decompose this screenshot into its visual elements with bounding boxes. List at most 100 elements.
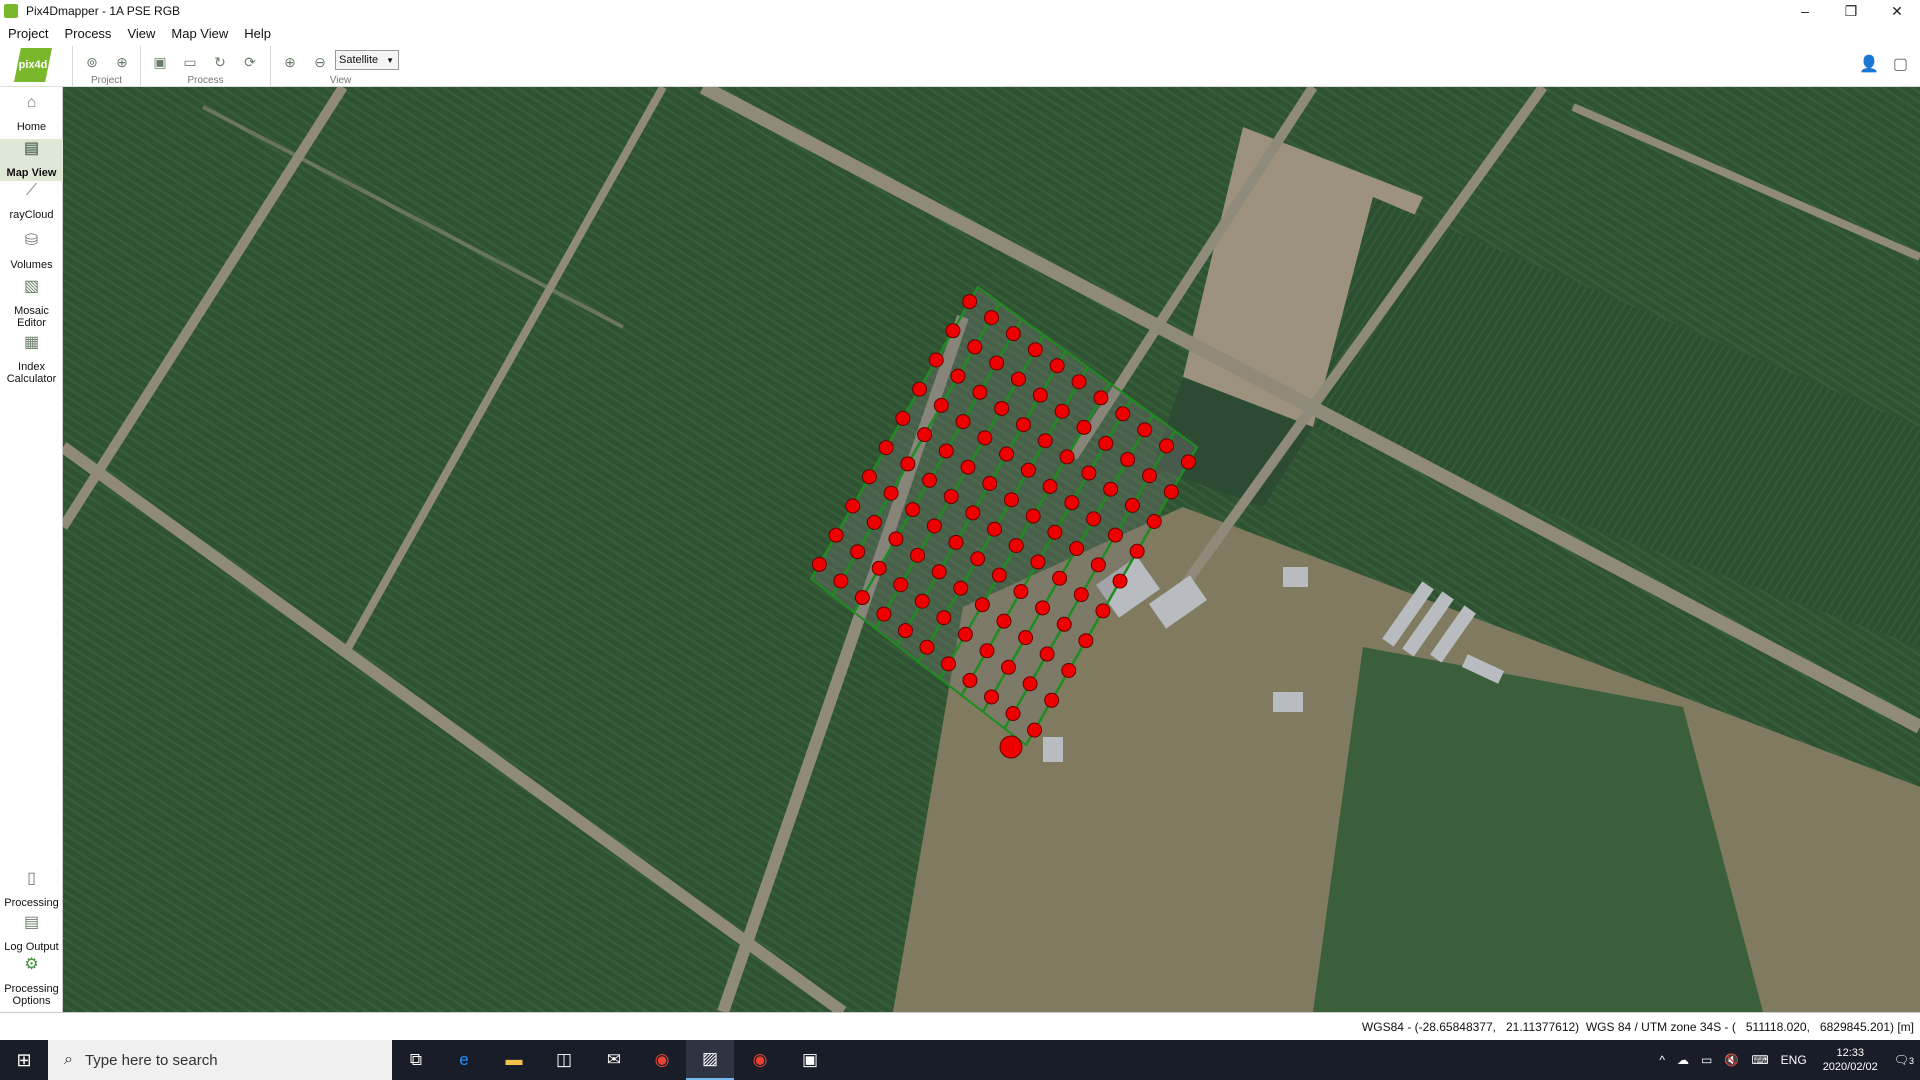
app-taskbar-icon[interactable]: ▣: [786, 1040, 834, 1080]
image-position-point[interactable]: [955, 414, 971, 430]
task-view-icon[interactable]: ⧉: [392, 1040, 440, 1080]
open-folder-icon[interactable]: ▭: [179, 52, 201, 72]
keyboard-icon[interactable]: ⌨: [1751, 1053, 1768, 1067]
taskbar-search-box[interactable]: ⌕ Type here to search: [48, 1040, 392, 1080]
image-position-point[interactable]: [1039, 646, 1055, 662]
image-position-point[interactable]: [854, 590, 870, 606]
image-position-point[interactable]: [962, 672, 978, 688]
image-position-point[interactable]: [1120, 452, 1136, 468]
image-position-point[interactable]: [850, 544, 866, 560]
image-position-point[interactable]: [967, 339, 983, 355]
image-position-point[interactable]: [1001, 659, 1017, 675]
image-position-point[interactable]: [1064, 495, 1080, 511]
image-position-point[interactable]: [828, 527, 844, 543]
image-position-point[interactable]: [1037, 433, 1053, 449]
windows-start-icon[interactable]: ⊞: [0, 1040, 48, 1080]
network-icon[interactable]: ▭: [1701, 1053, 1712, 1067]
store-icon[interactable]: ◫: [540, 1040, 588, 1080]
image-position-point[interactable]: [1047, 524, 1063, 540]
sidebar-item-volumes[interactable]: ⛁ Volumes: [0, 233, 63, 277]
menu-project[interactable]: Project: [0, 26, 56, 41]
image-position-point[interactable]: [912, 381, 928, 397]
takeoff-point[interactable]: [999, 735, 1023, 759]
image-position-point[interactable]: [965, 505, 981, 521]
image-position-point[interactable]: [1098, 435, 1114, 451]
image-position-point[interactable]: [936, 610, 952, 626]
image-position-point[interactable]: [1071, 374, 1087, 390]
image-position-point[interactable]: [876, 606, 892, 622]
image-position-point[interactable]: [984, 689, 1000, 705]
image-position-point[interactable]: [1015, 417, 1031, 433]
refresh-icon[interactable]: ↻: [209, 52, 231, 72]
image-position-point[interactable]: [948, 534, 964, 550]
basemap-select[interactable]: Satellite ▼: [335, 50, 399, 70]
image-position-point[interactable]: [1035, 600, 1051, 616]
image-position-point[interactable]: [1056, 616, 1072, 632]
menu-help[interactable]: Help: [236, 26, 279, 41]
user-account-icon[interactable]: 👤: [1859, 54, 1879, 74]
image-position-point[interactable]: [1078, 633, 1094, 649]
image-position-point[interactable]: [895, 410, 911, 426]
image-position-point[interactable]: [888, 531, 904, 547]
image-position-point[interactable]: [984, 310, 1000, 326]
image-position-point[interactable]: [1163, 484, 1179, 500]
volume-icon[interactable]: 🔇: [1724, 1053, 1739, 1067]
image-position-point[interactable]: [996, 613, 1012, 629]
image-position-point[interactable]: [1076, 419, 1092, 435]
start-processing-icon[interactable]: ▣: [149, 52, 171, 72]
reload-icon[interactable]: ⟳: [239, 52, 261, 72]
chrome-icon-2[interactable]: ◉: [736, 1040, 784, 1080]
image-position-point[interactable]: [979, 643, 995, 659]
image-position-point[interactable]: [1073, 587, 1089, 603]
image-position-point[interactable]: [922, 472, 938, 488]
image-position-point[interactable]: [1159, 438, 1175, 454]
sidebar-item-raycloud[interactable]: ⟋ rayCloud: [0, 183, 63, 227]
image-position-point[interactable]: [1025, 508, 1041, 524]
gcp-manager-icon[interactable]: ⊕: [111, 52, 133, 72]
image-position-point[interactable]: [917, 427, 933, 443]
image-position-point[interactable]: [1044, 692, 1060, 708]
image-position-point[interactable]: [933, 397, 949, 413]
image-position-point[interactable]: [1008, 538, 1024, 554]
image-position-point[interactable]: [878, 440, 894, 456]
image-position-point[interactable]: [943, 489, 959, 505]
image-position-point[interactable]: [938, 443, 954, 459]
image-position-point[interactable]: [1115, 406, 1131, 422]
image-position-point[interactable]: [999, 446, 1015, 462]
image-position-point[interactable]: [1107, 527, 1123, 543]
chrome-icon[interactable]: ◉: [638, 1040, 686, 1080]
fullscreen-icon[interactable]: ▢: [1893, 54, 1908, 74]
image-position-point[interactable]: [982, 475, 998, 491]
image-position-point[interactable]: [1005, 326, 1021, 342]
image-position-point[interactable]: [866, 514, 882, 530]
clock[interactable]: 12:33 2020/02/02: [1823, 1046, 1878, 1074]
image-position-point[interactable]: [940, 656, 956, 672]
file-explorer-icon[interactable]: ▬: [490, 1040, 538, 1080]
menu-process[interactable]: Process: [56, 26, 119, 41]
image-position-point[interactable]: [1061, 663, 1077, 678]
image-position-point[interactable]: [953, 580, 969, 596]
image-position-point[interactable]: [931, 564, 947, 580]
image-position-point[interactable]: [919, 639, 935, 655]
image-position-point[interactable]: [905, 502, 921, 518]
minimize-button[interactable]: –: [1782, 0, 1828, 22]
image-position-point[interactable]: [811, 556, 827, 572]
restore-button[interactable]: ❐: [1828, 0, 1874, 22]
sidebar-item-map-view[interactable]: ▤ Map View: [0, 139, 63, 181]
image-position-point[interactable]: [994, 400, 1010, 416]
image-position-point[interactable]: [974, 597, 990, 613]
sidebar-item-index-calculator[interactable]: ▦ Index Calculator: [0, 335, 63, 389]
image-position-point[interactable]: [1027, 342, 1043, 358]
image-position-point[interactable]: [989, 355, 1005, 371]
image-position-point[interactable]: [1005, 706, 1021, 722]
cloud-icon[interactable]: ☁: [1677, 1053, 1689, 1067]
image-position-point[interactable]: [1137, 422, 1153, 438]
image-position-point[interactable]: [1103, 481, 1119, 497]
image-position-point[interactable]: [926, 518, 942, 534]
image-position-point[interactable]: [893, 577, 909, 593]
mail-icon[interactable]: ✉: [590, 1040, 638, 1080]
pix4d-taskbar-icon[interactable]: ▨: [686, 1040, 734, 1080]
image-position-point[interactable]: [1052, 570, 1068, 586]
image-position-point[interactable]: [987, 521, 1003, 537]
image-position-point[interactable]: [1129, 543, 1145, 559]
